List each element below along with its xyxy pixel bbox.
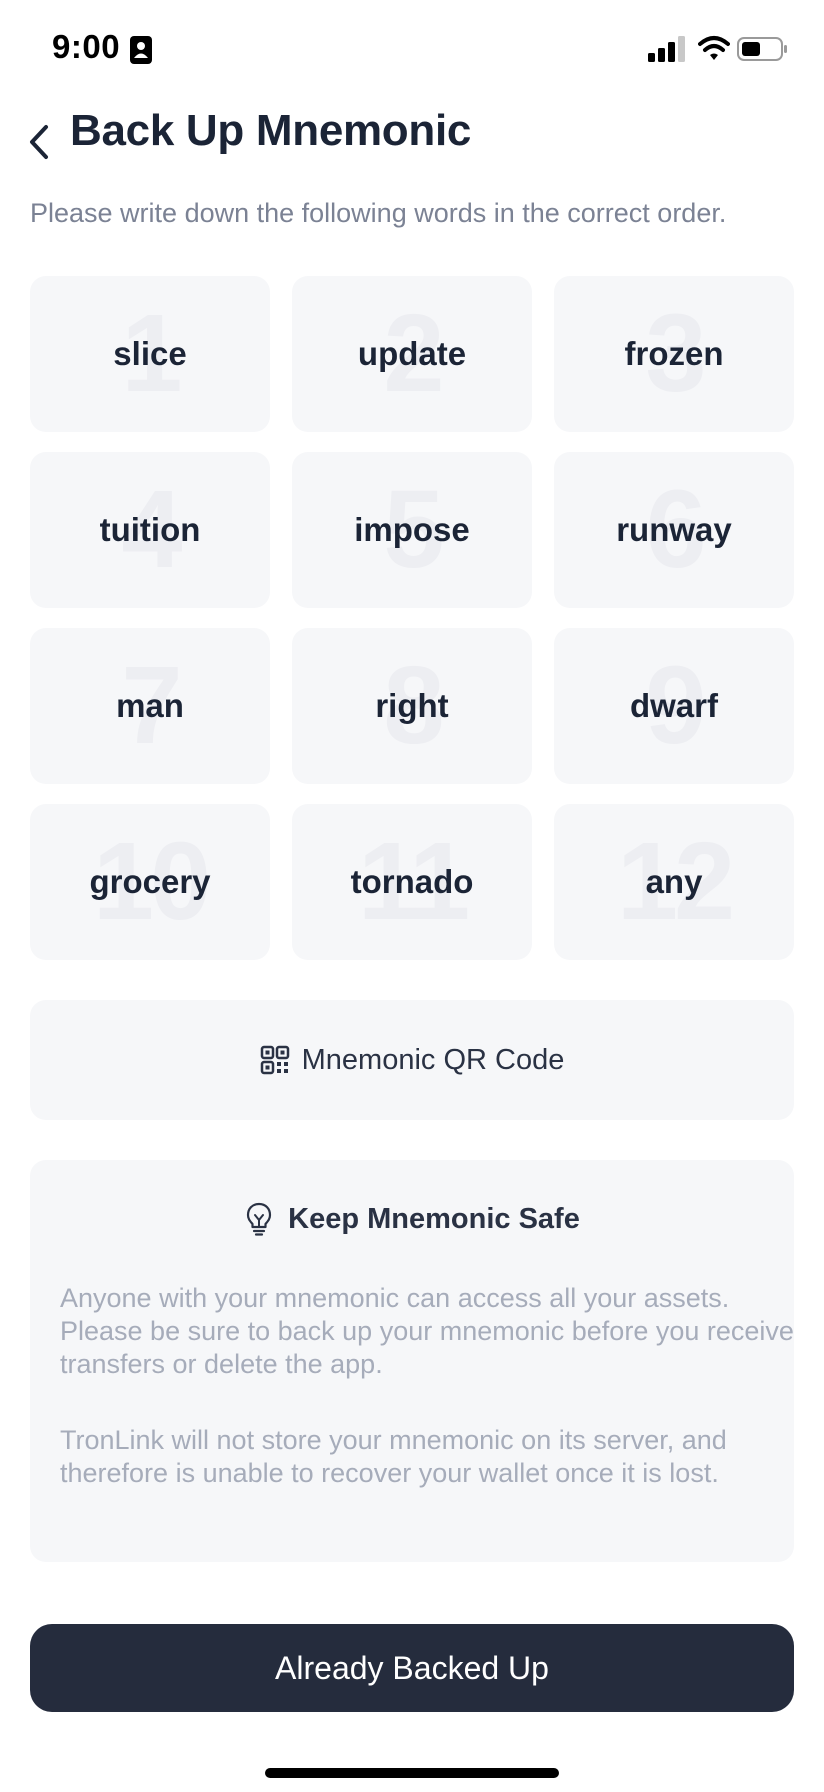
mnemonic-word: dwarf: [629, 687, 718, 724]
id-card-icon: [130, 36, 152, 64]
already-backed-up-button[interactable]: Already Backed Up: [30, 1624, 794, 1712]
status-bar: 9:00: [0, 0, 824, 100]
mnemonic-word-card: 1 slice: [30, 276, 270, 432]
mnemonic-word-card: 10 grocery: [30, 804, 270, 960]
status-time: 9:00: [52, 28, 121, 65]
wifi-icon: [698, 36, 730, 60]
header: Back Up Mnemonic: [0, 100, 824, 200]
mnemonic-word-card: 2 update: [292, 276, 532, 432]
mnemonic-word-card: 12 any: [554, 804, 794, 960]
mnemonic-qr-code-button[interactable]: Mnemonic QR Code: [30, 1000, 794, 1120]
mnemonic-word-card: 6 runway: [554, 452, 794, 608]
mnemonic-word-card: 4 tuition: [30, 452, 270, 608]
mnemonic-word: right: [375, 687, 449, 724]
mnemonic-word: tuition: [99, 511, 201, 548]
chevron-left-icon: [30, 125, 48, 159]
qr-code-button-label: Mnemonic QR Code: [301, 1043, 565, 1076]
mnemonic-word-card: 8 right: [292, 628, 532, 784]
safety-heading: Keep Mnemonic Safe: [30, 1202, 794, 1236]
mnemonic-word-grid: 1 slice 2 update 3 frozen 4 tuition 5 impose 6 runw…: [30, 276, 794, 960]
mnemonic-word: runway: [616, 511, 732, 548]
mnemonic-word: update: [357, 335, 467, 372]
mnemonic-word-card: 5 impose: [292, 452, 532, 608]
mnemonic-word: tornado: [350, 863, 474, 900]
page-title: Back Up Mnemonic: [70, 106, 472, 155]
mnemonic-word: grocery: [89, 863, 211, 900]
safety-title: Keep Mnemonic Safe: [288, 1202, 580, 1235]
safety-paragraph-1: Anyone with your mnemonic can access all…: [60, 1283, 794, 1379]
battery-icon: [737, 37, 787, 61]
lightbulb-icon: [247, 1202, 272, 1236]
safety-paragraph-2: TronLink will not store your mnemonic on…: [60, 1425, 727, 1488]
mnemonic-word: slice: [113, 335, 187, 372]
mnemonic-word: frozen: [624, 335, 724, 372]
signal-icon: [648, 36, 685, 62]
qr-code-icon: [260, 1045, 289, 1075]
safety-notice-card: Keep Mnemonic Safe Anyone with your mnem…: [30, 1160, 794, 1562]
mnemonic-word: man: [116, 687, 184, 724]
mnemonic-word-card: 7 man: [30, 628, 270, 784]
mnemonic-word-card: 11 tornado: [292, 804, 532, 960]
mnemonic-word: any: [645, 863, 703, 900]
instructions-text: Please write down the following words in…: [30, 198, 727, 228]
home-indicator: [265, 1768, 559, 1778]
mnemonic-word-card: 3 frozen: [554, 276, 794, 432]
mnemonic-word: impose: [354, 511, 470, 548]
mnemonic-word-card: 9 dwarf: [554, 628, 794, 784]
back-button[interactable]: [12, 112, 66, 172]
